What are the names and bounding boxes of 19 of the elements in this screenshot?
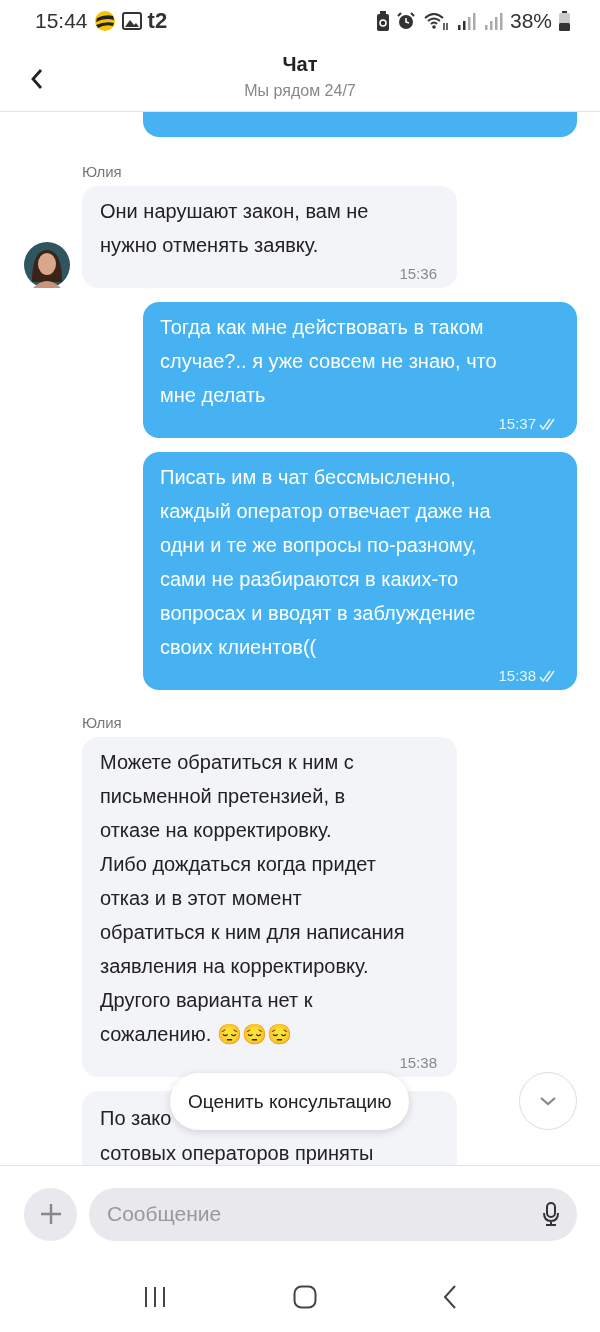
message-time: 15:37 — [498, 415, 536, 434]
message-text: сотовых операторов приняты — [100, 1141, 374, 1165]
chat-title: Чат — [282, 53, 318, 77]
rate-consultation-button[interactable]: Оценить консультацию — [170, 1073, 410, 1130]
clock: 15:44 — [35, 8, 88, 33]
message-text: По зако — [100, 1106, 172, 1132]
message-time: 15:36 — [399, 265, 437, 284]
message-text: Писать им в чат бессмысленно, каждый оператор отвечает даже на одни и те же вопросы по-разному, сами не разбираются в каких-то вопросах и вводят в заблуждение своих клиентов(( — [160, 465, 491, 661]
message-text: Они нарушают закон, вам не нужно отменять заявку. — [100, 199, 369, 259]
message-text: Можете обратиться к ним с письменной претензией, в отказе на корректировку. Либо дождаться когда придет отказ и в этот момент обратиться к ним для написания заявления на корректировку. Другого варианта нет к сожалению. 😔😔😔 — [100, 750, 405, 1048]
sender-name: Юлия — [82, 163, 123, 181]
message-time: 15:38 — [399, 1054, 437, 1073]
carrier-logo: t2 — [147, 7, 168, 34]
sender-name: Юлия — [82, 714, 123, 732]
message-field[interactable]: Сообщение — [89, 1187, 577, 1241]
message-text: Тогда как мне действовать в таком случае?.. я уже совсем не знаю, что мне делать — [160, 315, 497, 409]
battery-percent: 38% — [509, 8, 552, 33]
message-time: 15:38 — [498, 667, 536, 686]
chat-subtitle: Мы рядом 24/7 — [244, 82, 356, 101]
